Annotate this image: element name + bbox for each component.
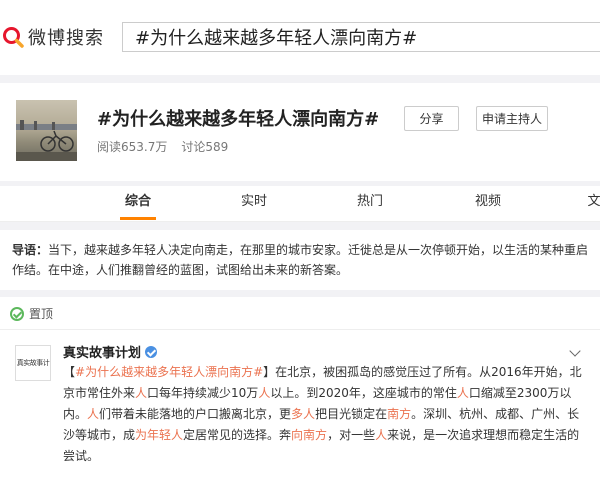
highlighted-keyword: 向南方 xyxy=(291,428,328,442)
logo-text: 微博搜索 xyxy=(28,28,104,49)
highlighted-keyword[interactable]: #为什么越来越多年轻人漂向南方# xyxy=(75,365,263,379)
post-text-segment: 定居常见的选择。奔 xyxy=(183,428,292,442)
chevron-down-icon[interactable] xyxy=(569,345,581,357)
pinned-indicator: 置顶 xyxy=(10,305,53,322)
pinned-post: 置顶 真实故事计 真实故事计划 【#为什么越来越多年轻人漂向南方#】在北京，被困… xyxy=(0,297,600,482)
avatar[interactable]: 真实故事计 xyxy=(15,345,51,381)
tab-text[interactable]: 文 xyxy=(584,186,600,222)
share-button[interactable]: 分享 xyxy=(404,106,459,131)
tab-bar: 综合 实时 热门 视频 文 xyxy=(0,186,600,222)
highlighted-keyword: 多人 xyxy=(291,407,316,421)
pin-label: 置顶 xyxy=(29,307,54,321)
topic-guide: 导语：当下，越来越多年轻人决定向南走，在那里的城市安家。迁徙总是从一次停顿开始，… xyxy=(0,230,600,290)
post-text-segment: ，对一些 xyxy=(327,428,376,442)
search-logo-icon xyxy=(2,26,24,48)
search-box[interactable] xyxy=(122,22,600,52)
apply-host-button[interactable]: 申请主持人 xyxy=(476,106,548,131)
author-name[interactable]: 真实故事计划 xyxy=(63,342,141,361)
pin-icon xyxy=(10,306,24,321)
tab-video[interactable]: 视频 xyxy=(468,186,508,222)
guide-text: 当下，越来越多年轻人决定向南走，在那里的城市安家。迁徙总是从一次停顿开始，以生活… xyxy=(12,243,589,277)
topic-thumbnail xyxy=(16,100,77,161)
tab-comprehensive[interactable]: 综合 xyxy=(118,186,158,222)
discussion-count: 讨论589 xyxy=(181,140,229,154)
guide-label: 导语： xyxy=(12,243,49,257)
tab-realtime[interactable]: 实时 xyxy=(234,186,274,222)
post-text-segment: 以上。到2020年，这座城市的常住 xyxy=(270,386,457,400)
post-text-segment: 把目光锁定在 xyxy=(315,407,388,421)
post-text-segment: 【 xyxy=(63,365,76,379)
highlighted-keyword: 南方 xyxy=(387,407,412,421)
verified-icon xyxy=(145,345,158,358)
post-text-segment: 口每年持续减少10万 xyxy=(147,386,259,400)
post-text: 【#为什么越来越多年轻人漂向南方#】在北京，被困孤岛的感觉压过了所有。从2016… xyxy=(63,362,588,467)
highlighted-keyword: 人 xyxy=(258,386,271,400)
highlighted-keyword: 为年轻人 xyxy=(135,428,184,442)
topic-title: #为什么越来越多年轻人漂向南方# xyxy=(97,109,380,130)
highlighted-keyword: 人 xyxy=(375,428,388,442)
topic-stats: 阅读653.7万 讨论589 xyxy=(97,138,228,155)
highlighted-keyword: 人 xyxy=(456,386,469,400)
header: 微博搜索 xyxy=(0,0,600,75)
post-author[interactable]: 真实故事计划 xyxy=(63,342,158,361)
topic-card: #为什么越来越多年轻人漂向南方# 阅读653.7万 讨论589 分享 申请主持人 xyxy=(0,83,600,181)
search-input[interactable] xyxy=(135,26,600,48)
read-count: 阅读653.7万 xyxy=(97,140,168,154)
highlighted-keyword: 人 xyxy=(135,386,148,400)
post-text-segment: 们带着未能落地的户口搬离北京，更 xyxy=(99,407,292,421)
divider xyxy=(0,329,600,330)
avatar-text: 真实故事计 xyxy=(16,359,50,367)
highlighted-keyword: 人 xyxy=(87,407,100,421)
tab-hot[interactable]: 热门 xyxy=(350,186,390,222)
weibo-search-logo[interactable]: 微博搜索 xyxy=(2,22,104,52)
